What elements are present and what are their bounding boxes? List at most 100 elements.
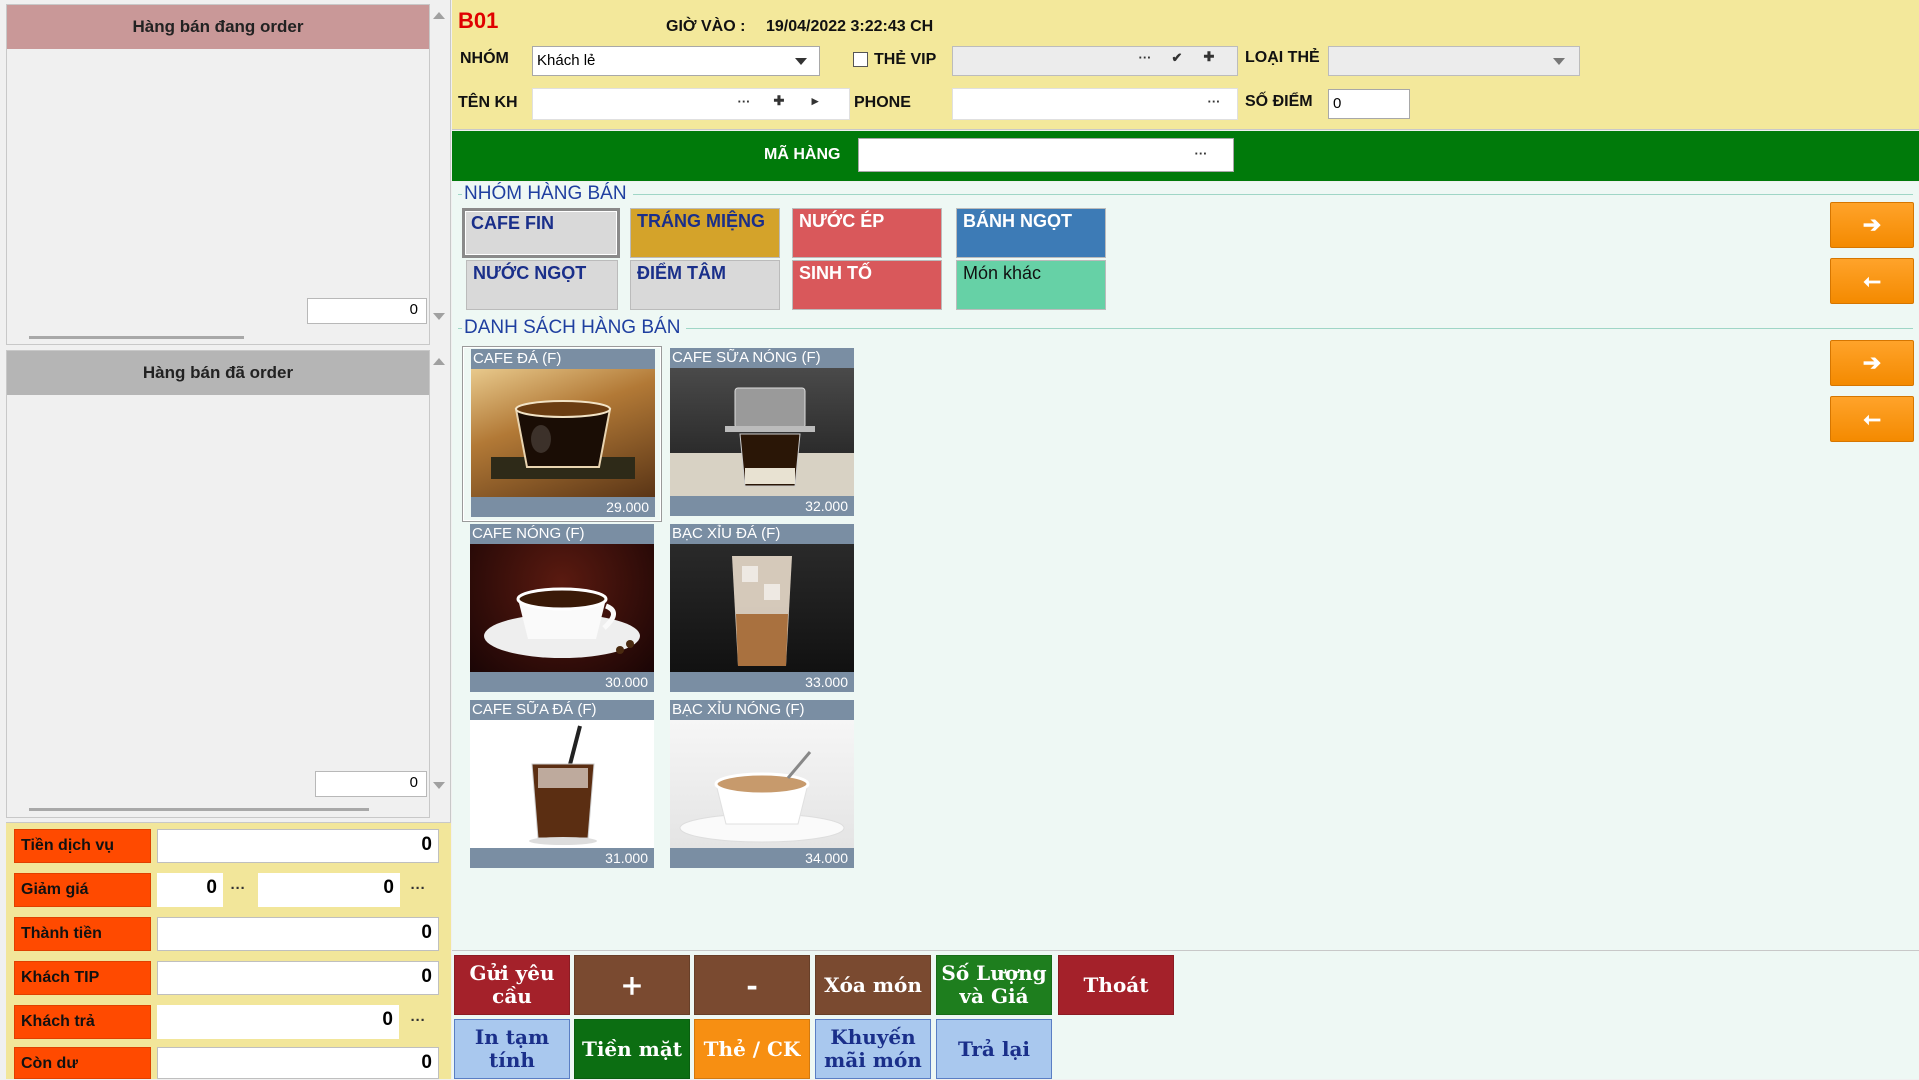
delete-item-button[interactable]: Xóa món: [815, 955, 931, 1015]
ordered-count-box: 0: [315, 771, 427, 797]
vip-more-button[interactable]: ···: [1130, 50, 1160, 65]
category-next-button[interactable]: ➔: [1830, 202, 1914, 248]
send-request-button[interactable]: Gửi yêu cầu: [454, 955, 570, 1015]
product-price: 33.000: [670, 672, 854, 692]
service-fee-field[interactable]: 0: [157, 829, 439, 863]
scroll-down-icon[interactable]: [433, 782, 445, 789]
category-nuoc-ep[interactable]: NƯỚC ÉP: [792, 208, 942, 258]
total-field[interactable]: 0: [157, 917, 439, 951]
category-trang-mieng[interactable]: TRÁNG MIỆNG: [630, 208, 780, 258]
ordered-header: Hàng bán đã order: [7, 351, 429, 395]
vip-label: THẺ VIP: [874, 51, 937, 68]
item-code-more-button[interactable]: ···: [1176, 146, 1226, 161]
tip-field[interactable]: 0: [157, 961, 439, 995]
dropdown-arrow-icon[interactable]: [795, 58, 807, 65]
promotion-button[interactable]: Khuyến mãi món: [815, 1019, 931, 1079]
customer-paid-more-button[interactable]: ···: [402, 1007, 434, 1037]
item-code-label: MÃ HÀNG: [764, 146, 841, 163]
ordered-hscrollbar[interactable]: [29, 808, 369, 811]
product-price: 30.000: [470, 672, 654, 692]
card-type-label: LOẠI THẺ: [1245, 49, 1320, 66]
product-tile-bac-xiu-da[interactable]: BẠC XỈU ĐÁ (F) 33.000: [662, 522, 862, 698]
arrow-right-icon: ➔: [1862, 350, 1882, 375]
product-image: [470, 544, 654, 672]
exit-button[interactable]: Thoát: [1058, 955, 1174, 1015]
check-icon[interactable]: ✔: [1166, 50, 1188, 66]
arrow-left-icon: ⭠: [1863, 406, 1881, 431]
product-image: [670, 720, 854, 848]
phone-field[interactable]: [952, 88, 1238, 120]
product-image: [670, 368, 854, 496]
card-transfer-button[interactable]: Thẻ / CK: [694, 1019, 810, 1079]
customer-name-label: TÊN KH: [458, 94, 518, 111]
category-divider: [458, 194, 1913, 195]
product-image: [670, 544, 854, 672]
product-tile-cafe-da[interactable]: CAFE ĐÁ (F) 29.000: [462, 346, 662, 522]
points-label: SỐ ĐIỂM: [1245, 93, 1313, 110]
pending-vscrollbar[interactable]: [430, 4, 448, 324]
customer-more-button[interactable]: ···: [730, 94, 758, 109]
product-tile-cafe-nong[interactable]: CAFE NÓNG (F) 30.000: [462, 522, 662, 698]
ordered-list[interactable]: Hàng bán đã order 0: [6, 350, 430, 818]
discount-percent-more-button[interactable]: ···: [223, 875, 253, 905]
product-tile-bac-xiu-nong[interactable]: BẠC XỈU NÓNG (F) 34.000: [662, 698, 862, 874]
add-vip-icon[interactable]: ✚: [1198, 49, 1220, 65]
points-field[interactable]: 0: [1328, 89, 1410, 119]
scroll-up-icon[interactable]: [433, 358, 445, 365]
scroll-up-icon[interactable]: [433, 12, 445, 19]
category-sinh-to[interactable]: SINH TỐ: [792, 260, 942, 310]
discount-amount-more-button[interactable]: ···: [402, 875, 434, 905]
customer-name-field[interactable]: [532, 88, 850, 120]
discount-label: Giảm giá: [14, 873, 151, 907]
customer-paid-field[interactable]: 0: [157, 1005, 399, 1039]
product-name: CAFE ĐÁ (F): [471, 349, 655, 369]
product-price: 31.000: [470, 848, 654, 868]
pending-order-header: Hàng bán đang order: [7, 5, 429, 49]
category-cafe-fin[interactable]: CAFE FIN: [462, 208, 620, 258]
decrease-qty-button[interactable]: -: [694, 955, 810, 1015]
pending-hscrollbar[interactable]: [29, 336, 244, 339]
scroll-down-icon[interactable]: [433, 313, 445, 320]
quantity-price-button[interactable]: Số Lượng và Giá: [936, 955, 1052, 1015]
add-customer-icon[interactable]: ✚: [768, 93, 790, 109]
ordered-vscrollbar[interactable]: [430, 350, 448, 795]
item-code-bar: MÃ HÀNG ···: [452, 131, 1919, 181]
product-tile-cafe-sua-da[interactable]: CAFE SỮA ĐÁ (F) 31.000: [462, 698, 662, 874]
increase-qty-button[interactable]: +: [574, 955, 690, 1015]
discount-percent-field[interactable]: 0: [157, 873, 223, 907]
vip-card-field[interactable]: [952, 46, 1238, 76]
pending-order-list[interactable]: Hàng bán đang order 0: [6, 4, 430, 345]
product-prev-button[interactable]: ⭠: [1830, 396, 1914, 442]
arrow-right-icon: ➔: [1862, 212, 1882, 237]
bill-summary: Tiền dịch vụ 0 Giảm giá 0 ··· 0 ··· Thàn…: [6, 822, 451, 1079]
cash-button[interactable]: Tiền mặt: [574, 1019, 690, 1079]
product-next-button[interactable]: ➔: [1830, 340, 1914, 386]
return-button[interactable]: Trả lại: [936, 1019, 1052, 1079]
phone-label: PHONE: [854, 94, 911, 111]
product-image: [471, 369, 655, 497]
customer-paid-label: Khách trả: [14, 1005, 151, 1039]
total-label: Thành tiền: [14, 917, 151, 951]
category-diem-tam[interactable]: ĐIỂM TÂM: [630, 260, 780, 310]
tip-label: Khách TIP: [14, 961, 151, 995]
checkin-time: 19/04/2022 3:22:43 CH: [766, 18, 934, 35]
checkin-label: GIỜ VÀO :: [666, 18, 746, 35]
change-label: Còn dư: [14, 1047, 151, 1079]
card-type-select[interactable]: [1328, 46, 1580, 76]
action-bar: Gửi yêu cầu + - Xóa món Số Lượng và Giá …: [452, 950, 1919, 1079]
phone-more-button[interactable]: ···: [1200, 94, 1228, 109]
product-image: [470, 720, 654, 848]
pending-count-box: 0: [307, 298, 427, 324]
product-tile-cafe-sua-nong[interactable]: CAFE SỮA NÓNG (F) 32.000: [662, 346, 862, 522]
vip-checkbox[interactable]: [853, 52, 868, 67]
category-mon-khac[interactable]: Món khác: [956, 260, 1106, 310]
discount-amount-field[interactable]: 0: [258, 873, 400, 907]
category-nuoc-ngot[interactable]: NƯỚC NGỌT: [466, 260, 618, 310]
group-select[interactable]: Khách lẻ: [532, 46, 820, 76]
category-banh-ngot[interactable]: BÁNH NGỌT: [956, 208, 1106, 258]
next-customer-icon[interactable]: ▸: [804, 93, 826, 109]
print-temp-button[interactable]: In tạm tính: [454, 1019, 570, 1079]
change-field[interactable]: 0: [157, 1047, 439, 1079]
category-prev-button[interactable]: ⭠: [1830, 258, 1914, 304]
dropdown-arrow-icon[interactable]: [1553, 58, 1565, 65]
